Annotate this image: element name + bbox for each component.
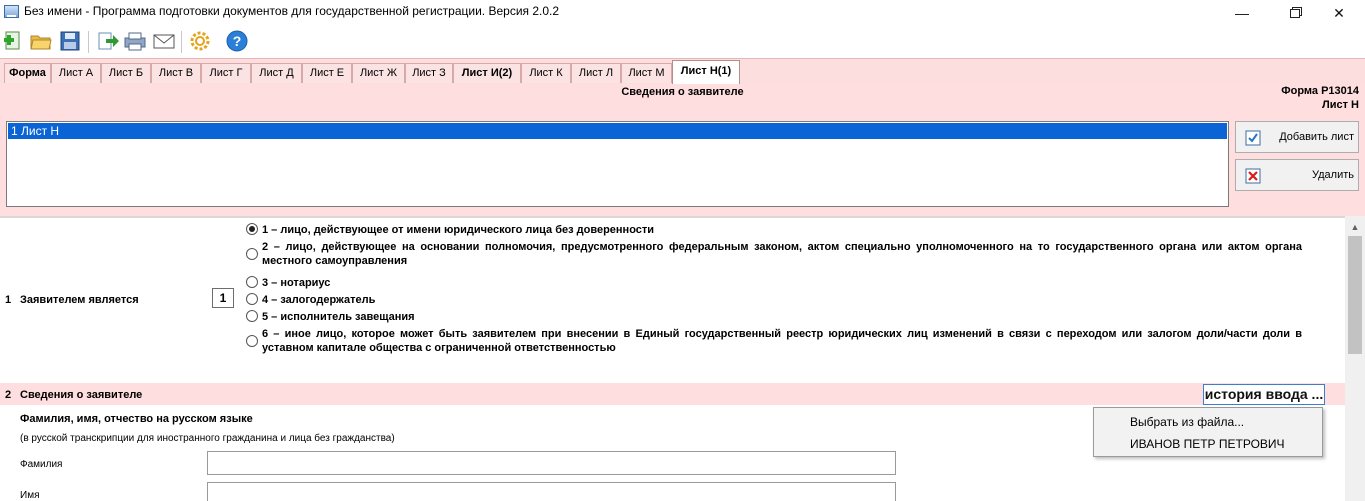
option-1-text: 1 – лицо, действующее от имени юридическ…: [262, 224, 655, 236]
app-icon: [4, 5, 19, 18]
delete-button[interactable]: Удалить: [1235, 159, 1359, 191]
minimize-button[interactable]: —: [1219, 0, 1265, 26]
tab-list-a[interactable]: Лист А: [51, 63, 101, 83]
row-number: 1: [5, 294, 12, 306]
toolbar-separator: [181, 31, 182, 53]
menu-item-history-entry[interactable]: ИВАНОВ ПЕТР ПЕТРОВИЧ: [1130, 437, 1285, 451]
form-id: Форма Р13014 Лист Н: [1281, 84, 1359, 112]
option-6-text: 6 – иное лицо, которое может быть заявит…: [262, 328, 1302, 354]
scroll-thumb[interactable]: [1348, 236, 1362, 354]
radio-option-6[interactable]: [246, 335, 258, 347]
window-title: Без имени - Программа подготовки докумен…: [24, 4, 560, 18]
close-button[interactable]: ✕: [1316, 0, 1362, 26]
restore-icon: [1290, 9, 1300, 18]
toolbar: ?: [0, 26, 1365, 58]
radio-option-3[interactable]: [246, 276, 258, 288]
fio-title: Фамилия, имя, отчество на русском языке: [20, 413, 253, 425]
settings-icon[interactable]: [188, 29, 212, 53]
option-3-text: 3 – нотариус: [262, 277, 331, 289]
sheet-code: Лист Н: [1322, 99, 1359, 111]
fio-hint: (в русской транскрипции для иностранного…: [20, 433, 395, 444]
menu-item-choose-file[interactable]: Выбрать из файла...: [1130, 415, 1244, 429]
export-icon[interactable]: [96, 29, 120, 53]
tab-forma[interactable]: Форма: [4, 63, 51, 83]
history-popup-menu: Выбрать из файла... ИВАНОВ ПЕТР ПЕТРОВИЧ: [1093, 407, 1323, 457]
tab-list-zh[interactable]: Лист Ж: [352, 63, 405, 83]
surname-field[interactable]: [207, 451, 896, 475]
tab-list-d[interactable]: Лист Д: [251, 63, 302, 83]
radio-option-5[interactable]: [246, 310, 258, 322]
radio-option-1[interactable]: [246, 223, 258, 235]
delete-icon: [1245, 168, 1261, 184]
save-icon[interactable]: [58, 29, 82, 53]
tab-list-z[interactable]: Лист З: [405, 63, 453, 83]
mail-icon[interactable]: [152, 29, 176, 53]
tab-list-k[interactable]: Лист К: [521, 63, 571, 83]
row-number: 2: [5, 389, 12, 401]
open-folder-icon[interactable]: [29, 29, 53, 53]
tab-list-b[interactable]: Лист Б: [101, 63, 151, 83]
delete-label: Удалить: [1312, 169, 1354, 181]
applicant-type-code[interactable]: 1: [212, 288, 234, 308]
panel-heading: Сведения о заявителе: [621, 86, 744, 98]
tab-list-v[interactable]: Лист В: [151, 63, 201, 83]
tab-list-i[interactable]: Лист И(2): [453, 63, 521, 83]
svg-text:?: ?: [233, 33, 242, 49]
list-item[interactable]: 1 Лист Н: [8, 123, 1227, 139]
applicant-info-label: Сведения о заявителе: [20, 389, 143, 401]
toolbar-separator: [88, 31, 89, 53]
add-sheet-button[interactable]: Добавить лист: [1235, 121, 1359, 153]
name-field[interactable]: [207, 482, 896, 501]
input-history-button[interactable]: история ввода ...: [1203, 384, 1325, 405]
surname-label: Фамилия: [20, 459, 63, 470]
option-4-text: 4 – залогодержатель: [262, 294, 376, 306]
tab-list-l[interactable]: Лист Л: [571, 63, 621, 83]
tab-list-m[interactable]: Лист М: [621, 63, 672, 83]
title-bar: Без имени - Программа подготовки докумен…: [0, 0, 1365, 26]
sheet-listbox[interactable]: 1 Лист Н: [6, 121, 1229, 207]
maximize-button[interactable]: [1272, 0, 1318, 26]
tab-list-n[interactable]: Лист Н(1): [672, 60, 740, 84]
scroll-up-icon[interactable]: ▲: [1345, 218, 1365, 236]
form-code: Форма Р13014: [1281, 85, 1359, 97]
option-5-text: 5 – исполнитель завещания: [262, 311, 415, 323]
radio-option-2[interactable]: [246, 248, 258, 260]
tab-list-g[interactable]: Лист Г: [201, 63, 251, 83]
radio-option-4[interactable]: [246, 293, 258, 305]
new-document-icon[interactable]: [2, 29, 26, 53]
vertical-scrollbar[interactable]: ▲: [1345, 216, 1365, 501]
add-sheet-icon: [1245, 130, 1261, 146]
option-2-text: 2 – лицо, действующее на основании полно…: [262, 241, 1302, 267]
add-sheet-label: Добавить лист: [1279, 131, 1354, 143]
print-icon[interactable]: [123, 29, 147, 53]
name-label: Имя: [20, 490, 40, 501]
help-icon[interactable]: ?: [225, 29, 249, 53]
tab-list-e[interactable]: Лист Е: [302, 63, 352, 83]
section-applicant-info: [0, 383, 1345, 405]
sheet-tabs: Форма Лист А Лист Б Лист В Лист Г Лист Д…: [0, 58, 1365, 84]
applicant-type-label: Заявителем является: [20, 294, 139, 306]
